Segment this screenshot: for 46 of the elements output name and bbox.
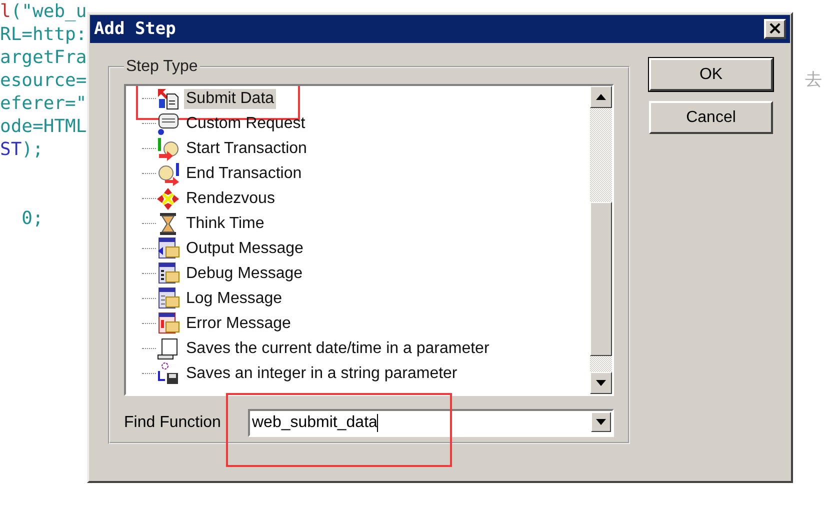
step-icon: [156, 262, 180, 286]
step-icon: [156, 136, 180, 160]
list-item[interactable]: Saves an integer in a string parameter: [184, 364, 460, 384]
step-icon: [156, 112, 180, 136]
list-item[interactable]: Start Transaction: [184, 138, 309, 158]
dropdown-button[interactable]: [591, 412, 611, 432]
scroll-thumb[interactable]: [590, 202, 612, 356]
scroll-down-button[interactable]: [590, 372, 612, 394]
ok-button[interactable]: OK: [649, 58, 773, 91]
code-text: eferer=": [0, 93, 87, 114]
down-arrow-icon: [596, 380, 606, 386]
up-arrow-icon: [596, 94, 606, 100]
step-icon: [156, 236, 180, 260]
cancel-button[interactable]: Cancel: [649, 101, 773, 134]
code-text: esource=: [0, 70, 87, 91]
list-item[interactable]: Saves the current date/time in a parameter: [184, 338, 492, 358]
list-item[interactable]: Rendezvous: [184, 188, 277, 208]
field-label: Find Function: [124, 414, 222, 432]
scrollbar[interactable]: [590, 86, 612, 394]
step-icon: [156, 336, 180, 360]
find-function-field[interactable]: web_submit_data: [248, 409, 614, 437]
step-icon: [156, 162, 180, 186]
step-icon: [156, 286, 180, 310]
step-icon: [156, 362, 180, 386]
code-text: RL=http:: [0, 24, 87, 45]
list-item[interactable]: Output Message: [184, 238, 306, 258]
step-icon: [156, 312, 180, 336]
code-text: l("web_u: [0, 1, 87, 22]
list-item[interactable]: Debug Message: [184, 264, 305, 284]
background-text: 去: [805, 69, 822, 91]
window-title: Add Step: [94, 19, 176, 39]
step-icon: [156, 186, 180, 210]
code-text: argetFra: [0, 47, 87, 68]
list-item[interactable]: End Transaction: [184, 164, 304, 184]
step-icon: [156, 86, 180, 110]
down-arrow-icon: [596, 419, 606, 425]
list-item[interactable]: Submit Data: [184, 88, 276, 108]
list-item[interactable]: Log Message: [184, 288, 284, 308]
code-text: ST);: [0, 139, 44, 160]
list-item[interactable]: Think Time: [184, 214, 266, 234]
group-label: Step Type: [125, 58, 199, 76]
close-button[interactable]: ×: [764, 19, 786, 39]
code-text: ode=HTML: [0, 116, 87, 137]
scroll-up-button[interactable]: [590, 86, 612, 108]
list-item[interactable]: Error Message: [184, 314, 293, 334]
code-text: 0;: [20, 208, 44, 229]
